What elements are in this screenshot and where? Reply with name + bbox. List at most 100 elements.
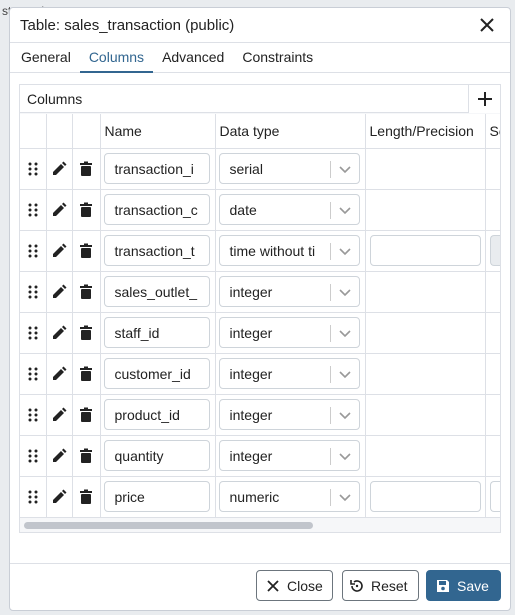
edit-cell[interactable]: [46, 476, 73, 518]
column-name-input[interactable]: sales_outlet_: [103, 276, 210, 307]
close-dialog-icon[interactable]: [478, 16, 496, 34]
drag-handle-cell[interactable]: [20, 353, 47, 395]
column-name-input[interactable]: transaction_c: [103, 194, 210, 225]
delete-trash-icon[interactable]: [73, 407, 100, 423]
scale-cell[interactable]: [485, 312, 500, 354]
drag-handle-icon[interactable]: [20, 489, 46, 505]
delete-cell[interactable]: [72, 312, 101, 354]
delete-cell[interactable]: [72, 353, 101, 395]
chevron-down-icon[interactable]: [337, 284, 353, 300]
chevron-down-icon[interactable]: [337, 366, 353, 382]
length-cell[interactable]: [365, 312, 486, 354]
length-cell[interactable]: [365, 353, 486, 395]
length-cell[interactable]: [365, 394, 486, 436]
delete-cell[interactable]: [72, 189, 101, 231]
column-name-input[interactable]: product_id: [103, 399, 210, 430]
columns-grid[interactable]: Name Data type Length/Precision Sc trans…: [20, 114, 500, 518]
edit-pencil-icon[interactable]: [47, 366, 72, 382]
drag-handle-icon[interactable]: [20, 366, 46, 382]
drag-handle-icon[interactable]: [20, 161, 46, 177]
data-type-select[interactable]: integer: [218, 440, 360, 471]
drag-handle-cell[interactable]: [20, 435, 47, 477]
edit-pencil-icon[interactable]: [47, 284, 72, 300]
scale-cell[interactable]: [485, 394, 500, 436]
data-type-select[interactable]: date: [218, 194, 360, 225]
tab-advanced[interactable]: Advanced: [153, 43, 233, 72]
scale-cell[interactable]: [485, 353, 500, 395]
column-name-input[interactable]: staff_id: [103, 317, 210, 348]
edit-cell[interactable]: [46, 312, 73, 354]
scale-cell[interactable]: [485, 435, 500, 477]
edit-cell[interactable]: [46, 271, 73, 313]
drag-handle-icon[interactable]: [20, 243, 46, 259]
column-name-input[interactable]: transaction_i: [103, 153, 210, 184]
length-cell[interactable]: [365, 148, 486, 190]
data-type-select[interactable]: integer: [218, 317, 360, 348]
scale-cell[interactable]: [485, 271, 500, 313]
edit-cell[interactable]: [46, 148, 73, 190]
edit-pencil-icon[interactable]: [47, 448, 72, 464]
delete-cell[interactable]: [72, 148, 101, 190]
scale-cell[interactable]: [485, 148, 500, 190]
add-column-button[interactable]: [468, 85, 500, 113]
drag-handle-cell[interactable]: [20, 230, 47, 272]
delete-trash-icon[interactable]: [73, 489, 100, 505]
save-button[interactable]: Save: [426, 570, 501, 601]
edit-pencil-icon[interactable]: [47, 243, 72, 259]
drag-handle-cell[interactable]: [20, 189, 47, 231]
column-name-input[interactable]: transaction_t: [103, 235, 210, 266]
delete-trash-icon[interactable]: [73, 202, 100, 218]
header-length[interactable]: Length/Precision: [365, 114, 486, 149]
edit-pencil-icon[interactable]: [47, 489, 72, 505]
chevron-down-icon[interactable]: [337, 161, 353, 177]
scale-cell[interactable]: [485, 189, 500, 231]
chevron-down-icon[interactable]: [337, 243, 353, 259]
data-type-select[interactable]: time without ti: [218, 235, 360, 266]
drag-handle-icon[interactable]: [20, 407, 46, 423]
tab-general[interactable]: General: [12, 43, 80, 72]
delete-trash-icon[interactable]: [73, 325, 100, 341]
drag-handle-icon[interactable]: [20, 448, 46, 464]
header-scale[interactable]: Sc: [485, 114, 500, 149]
edit-pencil-icon[interactable]: [47, 161, 72, 177]
delete-trash-icon[interactable]: [73, 161, 100, 177]
data-type-select[interactable]: integer: [218, 358, 360, 389]
drag-handle-cell[interactable]: [20, 312, 47, 354]
delete-cell[interactable]: [72, 230, 101, 272]
header-data-type[interactable]: Data type: [215, 114, 366, 149]
drag-handle-icon[interactable]: [20, 202, 46, 218]
data-type-select[interactable]: numeric: [218, 481, 360, 512]
delete-cell[interactable]: [72, 394, 101, 436]
edit-cell[interactable]: [46, 435, 73, 477]
edit-cell[interactable]: [46, 394, 73, 436]
delete-cell[interactable]: [72, 271, 101, 313]
delete-trash-icon[interactable]: [73, 366, 100, 382]
scale-input[interactable]: [489, 481, 500, 512]
drag-handle-icon[interactable]: [20, 284, 46, 300]
edit-cell[interactable]: [46, 189, 73, 231]
chevron-down-icon[interactable]: [337, 448, 353, 464]
edit-cell[interactable]: [46, 353, 73, 395]
length-input[interactable]: [369, 235, 481, 266]
delete-trash-icon[interactable]: [73, 284, 100, 300]
edit-pencil-icon[interactable]: [47, 202, 72, 218]
column-name-input[interactable]: quantity: [103, 440, 210, 471]
dialog-title-bar[interactable]: Table: sales_transaction (public): [10, 8, 510, 43]
edit-pencil-icon[interactable]: [47, 325, 72, 341]
data-type-select[interactable]: serial: [218, 153, 360, 184]
drag-handle-cell[interactable]: [20, 394, 47, 436]
column-name-input[interactable]: customer_id: [103, 358, 210, 389]
length-input[interactable]: [369, 481, 481, 512]
tab-constraints[interactable]: Constraints: [233, 43, 322, 72]
close-button[interactable]: Close: [256, 570, 333, 601]
edit-pencil-icon[interactable]: [47, 407, 72, 423]
chevron-down-icon[interactable]: [337, 325, 353, 341]
reset-button[interactable]: Reset: [342, 570, 419, 601]
length-cell[interactable]: [365, 435, 486, 477]
chevron-down-icon[interactable]: [337, 407, 353, 423]
header-name[interactable]: Name: [100, 114, 216, 149]
chevron-down-icon[interactable]: [337, 202, 353, 218]
horizontal-scrollbar[interactable]: [24, 522, 313, 529]
delete-trash-icon[interactable]: [73, 448, 100, 464]
length-cell[interactable]: [365, 271, 486, 313]
